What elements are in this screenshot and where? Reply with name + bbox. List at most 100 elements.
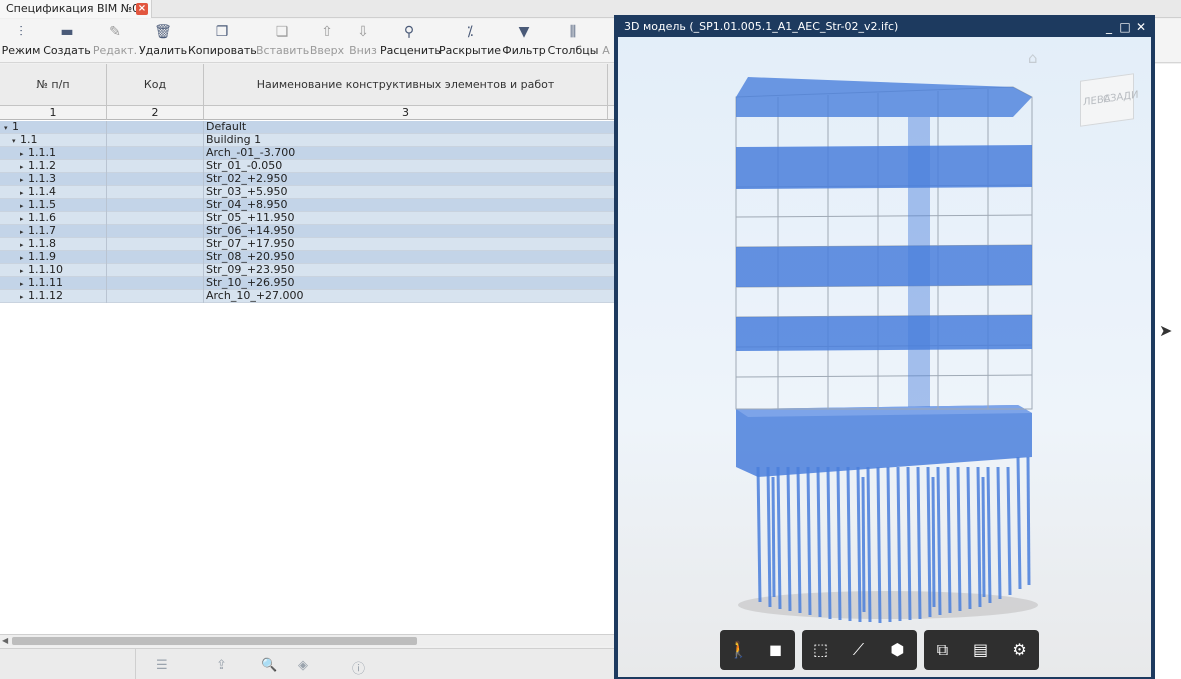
cell-code[interactable] (107, 121, 204, 134)
cell-code[interactable] (107, 264, 204, 277)
expand-toggle-icon[interactable]: ▸ (20, 278, 28, 290)
camera-icon[interactable]: ◼ (757, 630, 794, 670)
measure-icon[interactable]: ⟋ (840, 630, 877, 670)
cell-code[interactable] (107, 134, 204, 147)
cell-code[interactable] (107, 290, 204, 303)
section-box-icon[interactable]: ⬚ (802, 630, 839, 670)
toolbar-button-4[interactable]: ❐ Копировать (188, 19, 257, 63)
cell-code[interactable] (107, 186, 204, 199)
info-icon[interactable]: ⓘ (352, 658, 365, 677)
search-icon[interactable]: 🔍 (261, 658, 277, 673)
toolbar-button-2[interactable]: ✎ Редакт. (92, 19, 138, 63)
nav-group-panels: ⧉ ▤ ⚙ (924, 630, 1039, 670)
upload-icon[interactable]: ⇪ (216, 658, 227, 673)
toolbar-button-1[interactable]: ▬ Создать (42, 19, 92, 63)
table-row[interactable]: ▸ 1.1.5 Str_04_+8.950 (0, 199, 614, 212)
expand-toggle-icon[interactable]: ▾ (12, 135, 20, 147)
toolbar-button-6[interactable]: ⇧ Вверх (308, 19, 346, 63)
toolbar-button-label: Удалить (138, 44, 188, 57)
cell-code[interactable] (107, 225, 204, 238)
table-row[interactable]: ▸ 1.1.1 Arch_-01_-3.700 (0, 147, 614, 160)
app-window: Спецификация BIM №0 × ⫶ Режим ▬ Создать ✎ Ред… (0, 0, 1181, 679)
expand-toggle-icon[interactable]: ▸ (20, 187, 28, 199)
expand-toggle-icon[interactable]: ▸ (20, 226, 28, 238)
list-icon[interactable]: ☰ (156, 658, 168, 673)
expand-toggle-icon[interactable]: ▸ (20, 252, 28, 264)
cell-number[interactable]: ▾ 1 (0, 121, 107, 134)
col-number-2: 2 (107, 106, 204, 120)
3d-viewport[interactable]: ⌂ ЛЕВА СЗАДИ 🚶 ◼ ⬚ ⟋ ⬢ ⧉ ▤ ⚙ (618, 37, 1151, 677)
toolbar-button-5[interactable]: ❏ Вставить (256, 19, 310, 63)
model-tree-icon[interactable]: ⧉ (924, 630, 961, 670)
maximize-icon[interactable]: □ (1117, 17, 1133, 37)
expand-toggle-icon[interactable]: ▸ (20, 200, 28, 212)
tab-specification[interactable]: Спецификация BIM №0 × (0, 0, 152, 18)
properties-icon[interactable]: ▤ (962, 630, 999, 670)
cell-code[interactable] (107, 199, 204, 212)
expand-toggle-icon[interactable]: ▸ (20, 161, 28, 173)
expand-toggle-icon[interactable]: ▸ (20, 213, 28, 225)
scroll-left-icon[interactable]: ◀ (2, 636, 8, 645)
toolbar-button-12[interactable]: А (598, 19, 614, 63)
tab-title: Спецификация BIM №0 (6, 2, 140, 15)
col-header-name[interactable]: Наименование конструктивных элементов и … (204, 64, 608, 106)
arrow-up-icon: ⇧ (321, 24, 333, 40)
col-header-code[interactable]: Код (107, 64, 204, 106)
table-row[interactable]: ▸ 1.1.2 Str_01_-0.050 (0, 159, 614, 173)
cell-code[interactable] (107, 238, 204, 251)
cell-code[interactable] (107, 160, 204, 173)
walk-icon[interactable]: 🚶 (720, 630, 757, 670)
table-row[interactable]: ▸ 1.1.9 Str_08_+20.950 (0, 251, 614, 264)
col-header-number[interactable]: № п/п (0, 64, 107, 106)
toolbar-button-3[interactable]: 🗑 Удалить (138, 19, 188, 63)
cell-number[interactable]: ▸ 1.1.12 (0, 290, 107, 303)
expand-toggle-icon[interactable]: ▸ (20, 174, 28, 186)
toolbar-button-label: Раскрытие (438, 44, 502, 57)
cell-code[interactable] (107, 173, 204, 186)
cell-code[interactable] (107, 251, 204, 264)
cell-code[interactable] (107, 212, 204, 225)
cell-name[interactable]: Arch_10_+27.000 (204, 290, 614, 303)
expand-toggle-icon[interactable]: ▸ (20, 239, 28, 251)
table-row[interactable]: ▸ 1.1.12 Arch_10_+27.000 (0, 290, 614, 303)
cell-name[interactable]: Default (204, 121, 614, 134)
expand-toggle-icon[interactable]: ▾ (4, 122, 12, 134)
expand-toggle-icon[interactable]: ▸ (20, 265, 28, 277)
expand-toggle-icon[interactable]: ▸ (20, 148, 28, 160)
toolbar-button-0[interactable]: ⫶ Режим (0, 19, 42, 63)
scrollbar-thumb[interactable] (12, 637, 417, 645)
row-number: 1.1.2 (28, 159, 56, 172)
toolbar-button-10[interactable]: ▼ Фильтр (502, 19, 546, 63)
settings-icon[interactable]: ⚙ (1001, 630, 1038, 670)
cell-code[interactable] (107, 277, 204, 290)
toolbar-button-label: Столбцы (547, 44, 599, 57)
layers-icon[interactable]: ◈ (298, 658, 308, 673)
toolbar-button-8[interactable]: ⚲ Расценить (380, 19, 441, 63)
toolbar-button-9[interactable]: ⁒ Раскрытие (438, 19, 502, 63)
row-number: 1.1.8 (28, 237, 56, 250)
horizontal-scrollbar[interactable]: ◀ (0, 634, 615, 646)
tab-close-icon[interactable]: × (136, 3, 148, 15)
table-row[interactable]: ▸ 1.1.3 Str_02_+2.950 (0, 173, 614, 186)
explode-icon[interactable]: ⬢ (879, 630, 916, 670)
roof-slab (736, 77, 1032, 117)
minimize-icon[interactable]: _ (1101, 17, 1117, 37)
table-row[interactable]: ▸ 1.1.4 Str_03_+5.950 (0, 185, 614, 199)
col-number-3: 3 (204, 106, 608, 120)
table-row[interactable]: ▸ 1.1.6 Str_05_+11.950 (0, 212, 614, 225)
floor-band-3 (736, 315, 1032, 351)
table-row[interactable]: ▸ 1.1.8 Str_07_+17.950 (0, 237, 614, 251)
expand-toggle-icon[interactable]: ▸ (20, 291, 28, 303)
close-icon[interactable]: ✕ (1133, 17, 1149, 37)
cell-code[interactable] (107, 147, 204, 160)
toolbar-button-7[interactable]: ⇩ Вниз (346, 19, 380, 63)
toolbar-button-11[interactable]: ⫼ Столбцы (546, 19, 600, 63)
table-row[interactable]: ▸ 1.1.11 Str_10_+26.950 (0, 277, 614, 290)
table-row[interactable]: ▾ 1.1 Building 1 (0, 134, 614, 147)
toolbar-button-label: Вставить (256, 44, 310, 57)
row-number: 1.1.4 (28, 185, 56, 198)
table-row[interactable]: ▸ 1.1.10 Str_09_+23.950 (0, 264, 614, 277)
table-row[interactable]: ▸ 1.1.7 Str_06_+14.950 (0, 224, 614, 238)
table-row[interactable]: ▾ 1 Default (0, 121, 614, 134)
row-number: 1.1.7 (28, 224, 56, 237)
